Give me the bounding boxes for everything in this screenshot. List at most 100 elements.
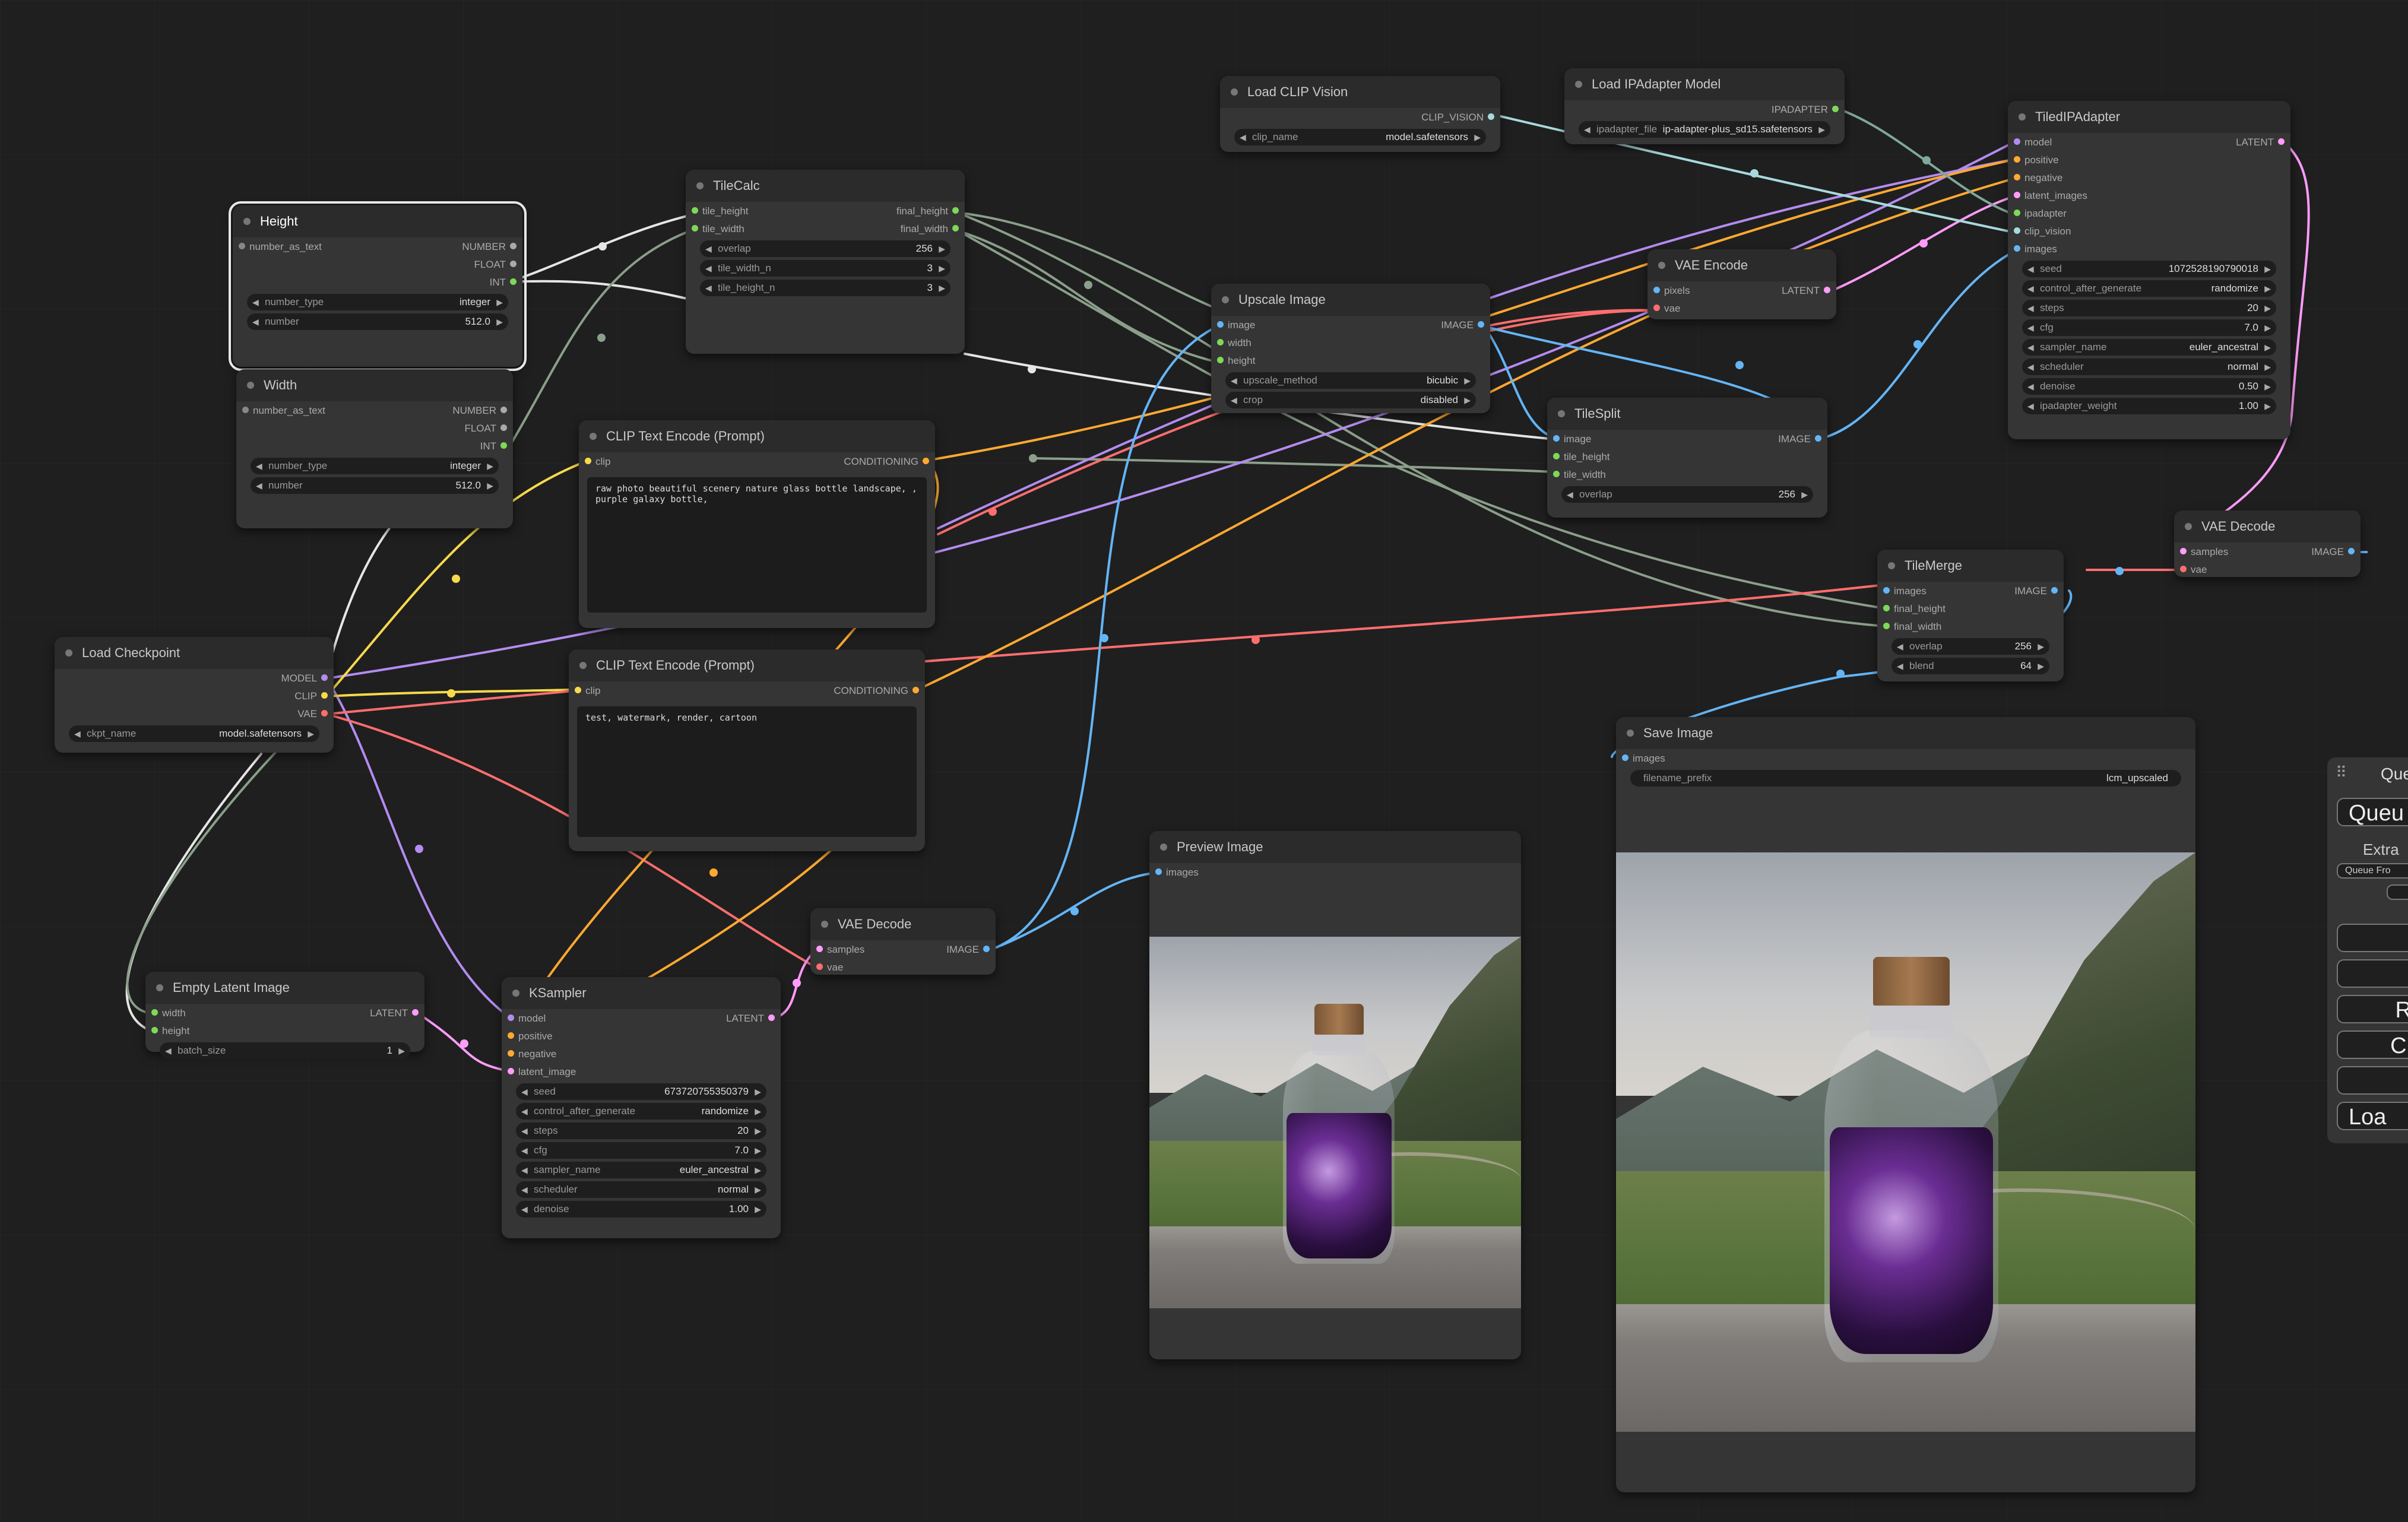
node-title[interactable]: TiledIPAdapter bbox=[2008, 101, 2290, 133]
input-pin[interactable] bbox=[151, 1027, 158, 1033]
view-queue-button[interactable] bbox=[2387, 884, 2408, 900]
output-pin[interactable] bbox=[321, 692, 328, 699]
input-pin[interactable] bbox=[1155, 868, 1162, 875]
node-title[interactable]: Preview Image bbox=[1149, 831, 1521, 863]
output-pin[interactable] bbox=[500, 442, 507, 449]
node-title[interactable]: Load CLIP Vision bbox=[1220, 76, 1500, 108]
node-preview-image[interactable]: Preview Image images bbox=[1149, 831, 1521, 1359]
node-title[interactable]: TileMerge bbox=[1877, 550, 2064, 582]
node-title[interactable]: CLIP Text Encode (Prompt) bbox=[579, 420, 935, 452]
node-ksampler[interactable]: KSampler model LATENT positive negative l… bbox=[502, 977, 781, 1238]
input-pin[interactable] bbox=[1883, 587, 1890, 594]
node-title[interactable]: VAE Decode bbox=[810, 908, 996, 940]
node-empty-latent-image[interactable]: Empty Latent Image width LATENT height ◀ b… bbox=[145, 972, 424, 1059]
output-pin[interactable] bbox=[1815, 435, 1821, 442]
node-height[interactable]: Height number_as_text NUMBER FLOAT INT ◀ n… bbox=[229, 201, 527, 371]
queue-front-button[interactable]: Queue Fro bbox=[2337, 863, 2408, 879]
widget-scheduler[interactable]: ◀ scheduler normal ▶ bbox=[516, 1181, 766, 1198]
node-title[interactable]: Width bbox=[236, 369, 513, 401]
widget-number-type[interactable]: ◀ number_type integer ▶ bbox=[251, 458, 499, 474]
input-pin[interactable] bbox=[2014, 174, 2020, 180]
widget-ckpt-name[interactable]: ◀ ckpt_name model.safetensors ▶ bbox=[69, 725, 319, 742]
output-pin[interactable] bbox=[510, 278, 517, 285]
widget-denoise[interactable]: ◀ denoise 0.50 ▶ bbox=[2022, 378, 2276, 395]
widget-clip-name[interactable]: ◀ clip_name model.safetensors ▶ bbox=[1234, 129, 1486, 145]
output-pin[interactable] bbox=[1488, 113, 1494, 120]
node-save-image[interactable]: Save Image images filename_prefix lcm_ups… bbox=[1616, 717, 2195, 1492]
prompt-textarea[interactable]: raw photo beautiful scenery nature glass… bbox=[587, 477, 927, 613]
input-pin[interactable] bbox=[1622, 754, 1628, 761]
node-upscale-image[interactable]: Upscale Image image IMAGE width height ◀ u… bbox=[1211, 284, 1490, 413]
output-pin[interactable] bbox=[412, 1009, 419, 1016]
output-pin[interactable] bbox=[500, 424, 507, 431]
output-pin[interactable] bbox=[2278, 138, 2285, 145]
widget-filename-prefix[interactable]: filename_prefix lcm_upscaled bbox=[1630, 770, 2181, 787]
output-pin[interactable] bbox=[983, 946, 990, 952]
refresh-button[interactable]: R bbox=[2337, 995, 2408, 1023]
input-pin[interactable] bbox=[2014, 138, 2020, 145]
output-pin[interactable] bbox=[321, 674, 328, 681]
load-default-button[interactable]: Loa bbox=[2337, 1102, 2408, 1130]
input-pin[interactable] bbox=[2014, 156, 2020, 163]
save-button[interactable] bbox=[2337, 924, 2408, 952]
node-title[interactable]: TileSplit bbox=[1547, 398, 1827, 430]
widget-blend[interactable]: ◀ blend 64 ▶ bbox=[1891, 658, 2049, 674]
node-title[interactable]: TileCalc bbox=[686, 170, 965, 202]
widget-scheduler[interactable]: ◀ scheduler normal ▶ bbox=[2022, 359, 2276, 375]
node-tiled-ipadapter[interactable]: TiledIPAdapter model LATENT positive nega… bbox=[2008, 101, 2290, 439]
widget-denoise[interactable]: ◀ denoise 1.00 ▶ bbox=[516, 1201, 766, 1217]
input-pin[interactable] bbox=[151, 1009, 158, 1016]
output-pin[interactable] bbox=[510, 243, 517, 249]
node-title[interactable]: Load IPAdapter Model bbox=[1564, 68, 1845, 100]
output-pin[interactable] bbox=[1824, 287, 1830, 293]
input-pin[interactable] bbox=[242, 407, 249, 413]
widget-tile-height-n[interactable]: ◀ tile_height_n 3 ▶ bbox=[700, 280, 950, 296]
queue-prompt-button[interactable]: Queu bbox=[2337, 798, 2408, 826]
input-pin[interactable] bbox=[2014, 227, 2020, 234]
widget-steps[interactable]: ◀ steps 20 ▶ bbox=[516, 1123, 766, 1139]
output-pin[interactable] bbox=[321, 710, 328, 716]
node-title[interactable]: Empty Latent Image bbox=[145, 972, 424, 1004]
widget-cfg[interactable]: ◀ cfg 7.0 ▶ bbox=[516, 1142, 766, 1159]
input-pin[interactable] bbox=[1653, 305, 1660, 311]
node-tilecalc[interactable]: TileCalc tile_height final_height tile_wi… bbox=[686, 170, 965, 354]
input-pin[interactable] bbox=[508, 1068, 514, 1074]
output-pin[interactable] bbox=[923, 458, 929, 464]
node-load-ipadapter-model[interactable]: Load IPAdapter Model IPADAPTER ◀ ipadapte… bbox=[1564, 68, 1845, 144]
widget-ipadapter-file[interactable]: ◀ ipadapter_file ip-adapter-plus_sd15.safe… bbox=[1579, 121, 1830, 138]
input-pin[interactable] bbox=[239, 243, 245, 249]
output-pin[interactable] bbox=[500, 407, 507, 413]
input-pin[interactable] bbox=[2014, 192, 2020, 198]
output-pin[interactable] bbox=[952, 207, 959, 214]
output-pin[interactable] bbox=[768, 1014, 775, 1021]
widget-tile-width-n[interactable]: ◀ tile_width_n 3 ▶ bbox=[700, 260, 950, 277]
input-pin[interactable] bbox=[1553, 453, 1560, 459]
output-pin[interactable] bbox=[1478, 321, 1484, 328]
output-pin[interactable] bbox=[1832, 106, 1839, 112]
widget-control-after-generate[interactable]: ◀ control_after_generate randomize ▶ bbox=[516, 1103, 766, 1120]
node-vae-decode-1[interactable]: VAE Decode samples IMAGE vae bbox=[810, 908, 996, 975]
node-title[interactable]: Height bbox=[233, 205, 522, 237]
clipspace-button[interactable] bbox=[2337, 1066, 2408, 1095]
input-pin[interactable] bbox=[2180, 548, 2187, 554]
node-load-clip-vision[interactable]: Load CLIP Vision CLIP_VISION ◀ clip_name m… bbox=[1220, 76, 1500, 152]
input-pin[interactable] bbox=[692, 207, 698, 214]
widget-overlap[interactable]: ◀ overlap 256 ▶ bbox=[700, 240, 950, 257]
widget-batch-size[interactable]: ◀ batch_size 1 ▶ bbox=[160, 1042, 410, 1059]
input-pin[interactable] bbox=[1883, 605, 1890, 611]
widget-ipadapter-weight[interactable]: ◀ ipadapter_weight 1.00 ▶ bbox=[2022, 398, 2276, 414]
widget-steps[interactable]: ◀ steps 20 ▶ bbox=[2022, 300, 2276, 316]
node-title[interactable]: Save Image bbox=[1616, 717, 2195, 749]
clear-button[interactable]: Cl bbox=[2337, 1030, 2408, 1059]
input-pin[interactable] bbox=[816, 946, 823, 952]
input-pin[interactable] bbox=[1653, 287, 1660, 293]
widget-control-after-generate[interactable]: ◀ control_after_generate randomize ▶ bbox=[2022, 280, 2276, 297]
widget-number[interactable]: ◀ number 512.0 ▶ bbox=[247, 313, 508, 330]
widget-crop[interactable]: ◀ crop disabled ▶ bbox=[1225, 392, 1476, 408]
node-tilesplit[interactable]: TileSplit image IMAGE tile_height tile_wi… bbox=[1547, 398, 1827, 518]
input-pin[interactable] bbox=[508, 1032, 514, 1039]
input-pin[interactable] bbox=[692, 225, 698, 232]
widget-number[interactable]: ◀ number 512.0 ▶ bbox=[251, 477, 499, 494]
widget-number-type[interactable]: ◀ number_type integer ▶ bbox=[247, 294, 508, 310]
node-title[interactable]: VAE Encode bbox=[1647, 249, 1836, 281]
